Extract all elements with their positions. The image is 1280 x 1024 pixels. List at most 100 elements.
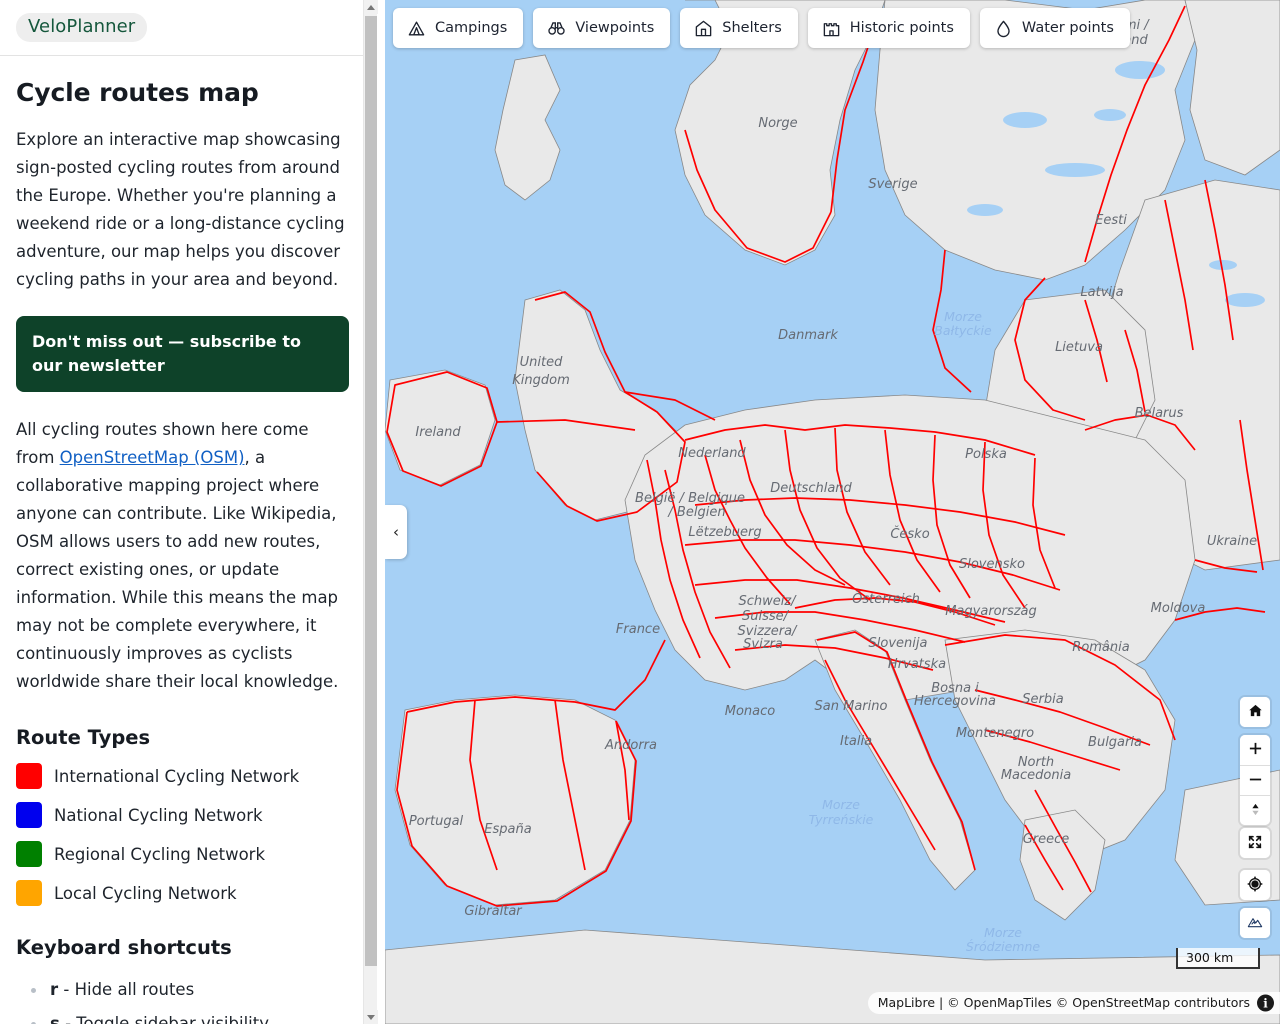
legend-swatch-international [16, 763, 42, 789]
zoom-in-button[interactable] [1240, 735, 1270, 765]
country-label: Eesti [1095, 213, 1127, 228]
compass-button[interactable] [1240, 795, 1270, 825]
country-label: Lietuva [1055, 340, 1103, 355]
geolocate-icon [1247, 876, 1263, 895]
sidebar-collapse-button[interactable]: ‹ [385, 505, 407, 559]
country-label: Česko [890, 526, 929, 542]
country-label: Hercegovina [914, 694, 996, 709]
poi-label-water-points: Water points [1021, 20, 1114, 36]
country-label: Nederland [678, 446, 746, 461]
sea-label: Śródziemne [966, 939, 1040, 954]
sea-label: Morze [944, 309, 982, 324]
map-scale-bar: 300 km [1176, 948, 1260, 969]
page-title: Cycle routes map [16, 78, 259, 107]
country-label: Greece [1023, 832, 1070, 847]
country-label: Bulgaria [1088, 735, 1142, 750]
country-label: España [484, 822, 531, 837]
map-control-zoom-group [1240, 735, 1270, 825]
country-label: United [520, 355, 563, 370]
country-label: San Marino [815, 699, 888, 714]
country-label: Österreich [852, 590, 920, 607]
castle-icon [822, 19, 841, 38]
country-label: Deutschland [770, 481, 852, 496]
home-button[interactable] [1240, 697, 1270, 727]
country-label: Moldova [1151, 601, 1206, 616]
poi-button-campings[interactable]: Campings [393, 8, 524, 48]
sea-label: Morze [984, 925, 1022, 940]
shortcuts-list: r - Hide all routes s - Toggle sidebar v… [16, 973, 349, 1024]
brand-logo[interactable]: VeloPlanner [16, 13, 148, 42]
country-label: Polska [965, 447, 1007, 462]
poi-label-viewpoints: Viewpoints [575, 20, 655, 36]
map-control-geolocate-group [1240, 870, 1270, 900]
map-canvas[interactable]: NorgeSverigeSuomi /FinlandEestiLatvijaLi… [385, 0, 1280, 1024]
newsletter-banner[interactable]: Don't miss out — subscribe to our newsle… [16, 316, 349, 392]
legend-item-national: National Cycling Network [16, 802, 349, 828]
country-label: Montenegro [956, 726, 1034, 741]
country-label: Schweiz/ [738, 594, 797, 609]
legend-label-local: Local Cycling Network [54, 883, 237, 903]
scrollbar-down-arrow-icon[interactable] [364, 1010, 378, 1024]
map-control-terrain-group [1240, 908, 1270, 938]
app-root: VeloPlanner Cycle routes map Explore an … [0, 0, 1280, 1024]
poi-toolbar: Campings Viewpoints Shelters Historic po… [393, 8, 1130, 48]
country-label: Ukraine [1207, 534, 1257, 549]
scrollbar-up-arrow-icon[interactable] [364, 0, 378, 14]
poi-button-historic-points[interactable]: Historic points [807, 8, 970, 48]
route-types-title: Route Types [16, 726, 151, 749]
poi-button-viewpoints[interactable]: Viewpoints [533, 8, 671, 48]
poi-label-campings: Campings [435, 20, 508, 36]
poi-label-shelters: Shelters [722, 20, 782, 36]
fullscreen-icon [1247, 834, 1263, 853]
legend-swatch-local [16, 880, 42, 906]
shortcut-key-r: r [50, 980, 59, 999]
country-label: België / Belgique [635, 491, 745, 506]
attribution-text[interactable]: MapLibre | © OpenMapTiles © OpenStreetMa… [878, 995, 1250, 1010]
minus-icon [1248, 772, 1263, 790]
country-label: România [1072, 640, 1129, 655]
shortcut-item-toggle-sidebar: s - Toggle sidebar visibility [31, 1007, 349, 1024]
country-label: / Belgien [667, 505, 725, 520]
shortcut-desc-r: - Hide all routes [58, 980, 195, 999]
country-label: Lëtzebuerg [688, 525, 761, 540]
country-label: Slovensko [959, 557, 1025, 572]
legend-label-international: International Cycling Network [54, 766, 300, 786]
country-label: Italia [840, 734, 872, 749]
sea-label: Bałtyckie [934, 323, 992, 338]
country-label: Magyarország [945, 604, 1037, 619]
legend-label-national: National Cycling Network [54, 805, 263, 825]
sidebar-scrollbar[interactable] [363, 0, 378, 1024]
poi-button-water-points[interactable]: Water points [979, 8, 1130, 48]
geolocate-button[interactable] [1240, 870, 1270, 900]
country-label: Gibraltar [464, 904, 523, 919]
legend-item-local: Local Cycling Network [16, 880, 349, 906]
country-label: Ireland [415, 425, 461, 440]
country-label: Macedonia [1001, 768, 1071, 783]
terrain-button[interactable] [1240, 908, 1270, 938]
legend-item-regional: Regional Cycling Network [16, 841, 349, 867]
poi-button-shelters[interactable]: Shelters [680, 8, 798, 48]
map-graphic: NorgeSverigeSuomi /FinlandEestiLatvijaLi… [385, 0, 1280, 1024]
fullscreen-button[interactable] [1240, 828, 1270, 858]
info-icon[interactable]: i [1257, 994, 1274, 1012]
shortcut-key-s: s [50, 1014, 60, 1024]
country-label: Suisse/ [742, 609, 790, 624]
country-label: Sverige [868, 177, 917, 192]
country-label: Danmark [778, 328, 838, 343]
home-icon [1248, 703, 1263, 721]
legend-label-regional: Regional Cycling Network [54, 844, 266, 864]
brand-header: VeloPlanner [0, 0, 365, 56]
country-label: Andorra [604, 738, 657, 753]
shortcut-item-hide-routes: r - Hide all routes [31, 973, 349, 1007]
binoculars-icon [547, 19, 566, 38]
osm-text-after: , a collaborative mapping project where … [16, 448, 339, 691]
sidebar-scrollbar-thumb[interactable] [365, 16, 377, 966]
country-label: France [616, 622, 660, 637]
country-label: Norge [758, 116, 797, 131]
openstreetmap-link[interactable]: OpenStreetMap (OSM) [60, 448, 245, 467]
legend-swatch-national [16, 802, 42, 828]
sidebar-scroll-area[interactable]: VeloPlanner Cycle routes map Explore an … [0, 0, 365, 1024]
country-label: Svizra [743, 637, 783, 652]
terrain-icon [1247, 914, 1263, 933]
zoom-out-button[interactable] [1240, 765, 1270, 795]
